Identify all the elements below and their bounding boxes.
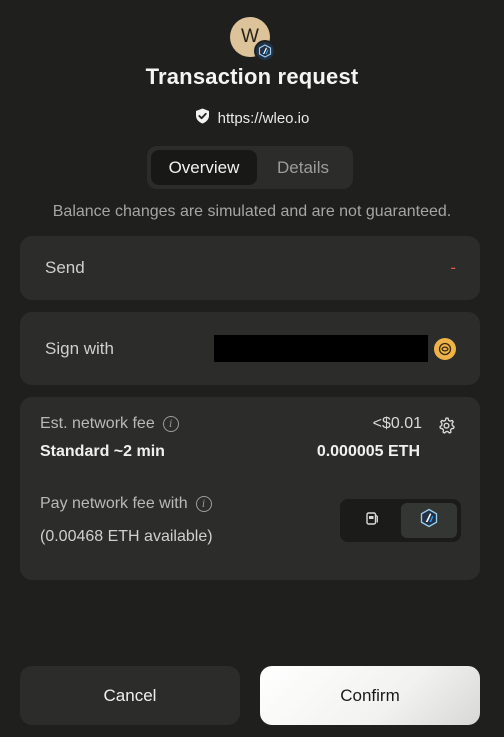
tab-details[interactable]: Details — [257, 150, 349, 185]
page-title: Transaction request — [145, 64, 359, 89]
wallet-account-icon — [434, 338, 456, 360]
info-icon[interactable]: i — [162, 416, 179, 432]
fee-token-toggle — [340, 499, 461, 542]
arbitrum-icon — [419, 508, 439, 533]
origin-row: https://wleo.io — [0, 108, 504, 128]
sign-with-label: Sign with — [45, 339, 114, 358]
pay-network-fee-label: Pay network fee with — [40, 495, 188, 512]
send-label: Send — [45, 258, 85, 277]
dapp-avatar-group: W — [230, 17, 278, 65]
network-fee-card: Est. network fee i <$0.01 Standard ~2 mi… — [20, 397, 480, 580]
available-balance: (0.00468 ETH available) — [40, 528, 213, 545]
send-value: - — [450, 258, 456, 277]
fee-speed: Standard ~2 min — [40, 443, 165, 460]
account-address-redacted — [214, 335, 428, 362]
arbitrum-option[interactable] — [400, 503, 457, 538]
pay-fee-label-row: Pay network fee with i — [40, 495, 212, 513]
send-card: Send - — [20, 236, 480, 300]
origin-url: https://wleo.io — [217, 109, 310, 127]
gas-station-icon — [364, 510, 380, 531]
info-icon[interactable]: i — [195, 496, 212, 512]
est-network-fee-label: Est. network fee — [40, 415, 155, 432]
cancel-button[interactable]: Cancel — [20, 666, 240, 725]
gear-icon[interactable] — [437, 416, 456, 435]
tab-overview[interactable]: Overview — [151, 150, 257, 185]
confirm-button[interactable]: Confirm — [260, 666, 480, 725]
sign-with-card: Sign with — [20, 312, 480, 385]
gas-station-option[interactable] — [344, 503, 401, 538]
fee-usd-value: <$0.01 — [372, 415, 422, 432]
arbitrum-icon — [254, 40, 276, 62]
view-tabs: Overview Details — [147, 146, 353, 189]
verified-shield-icon — [195, 108, 210, 128]
simulation-notice: Balance changes are simulated and are no… — [52, 203, 452, 220]
fee-eth-amount: 0.000005 ETH — [316, 443, 420, 460]
fee-label-row: Est. network fee i — [40, 415, 179, 433]
